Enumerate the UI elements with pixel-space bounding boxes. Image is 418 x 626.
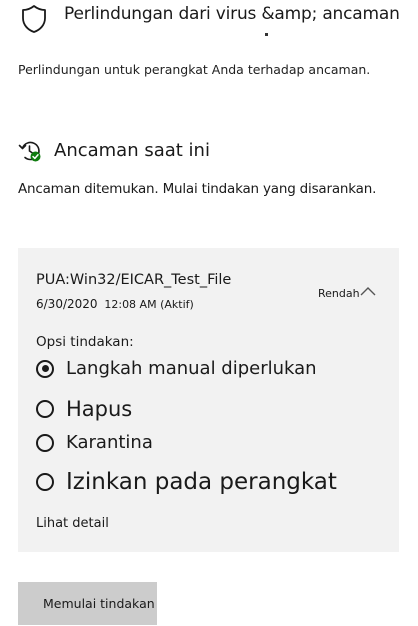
chevron-up-icon[interactable] <box>358 284 378 298</box>
page-description: Perlindungan untuk perangkat Anda terhad… <box>18 62 371 77</box>
threat-history-icon <box>18 141 41 162</box>
threat-date-value: 6/30/2020 <box>36 297 98 311</box>
option-manual-steps[interactable]: Langkah manual diperlukan <box>36 358 317 379</box>
action-options-label: Opsi tindakan: <box>36 334 134 350</box>
option-allow-on-device[interactable]: Izinkan pada perangkat <box>36 469 337 495</box>
option-quarantine[interactable]: Karantina <box>36 432 153 453</box>
threat-time-status: 12:08 AM (Aktif) <box>104 298 194 311</box>
option-label: Izinkan pada perangkat <box>66 469 337 495</box>
option-remove[interactable]: Hapus <box>36 397 132 421</box>
title-underline-mark <box>265 33 268 36</box>
threat-level: Rendah <box>318 287 360 300</box>
section-description: Ancaman ditemukan. Mulai tindakan yang d… <box>18 181 377 197</box>
threat-name: PUA:Win32/EICAR_Test_File <box>36 272 232 288</box>
start-actions-button[interactable]: Memulai tindakan <box>18 582 157 625</box>
section-title: Ancaman saat ini <box>54 140 210 161</box>
shield-icon <box>22 5 46 33</box>
threat-date: 6/30/2020 12:08 AM (Aktif) <box>36 297 194 311</box>
radio-remove[interactable] <box>36 400 54 418</box>
see-details-link[interactable]: Lihat detail <box>36 516 109 531</box>
option-label: Karantina <box>66 432 153 453</box>
radio-manual-steps[interactable] <box>36 359 54 378</box>
page-title: Perlindungan dari virus &amp; ancaman <box>64 4 400 24</box>
radio-allow-on-device[interactable] <box>36 473 54 491</box>
option-label: Hapus <box>66 397 133 421</box>
radio-quarantine[interactable] <box>36 433 54 452</box>
option-label: Langkah manual diperlukan <box>66 358 317 379</box>
